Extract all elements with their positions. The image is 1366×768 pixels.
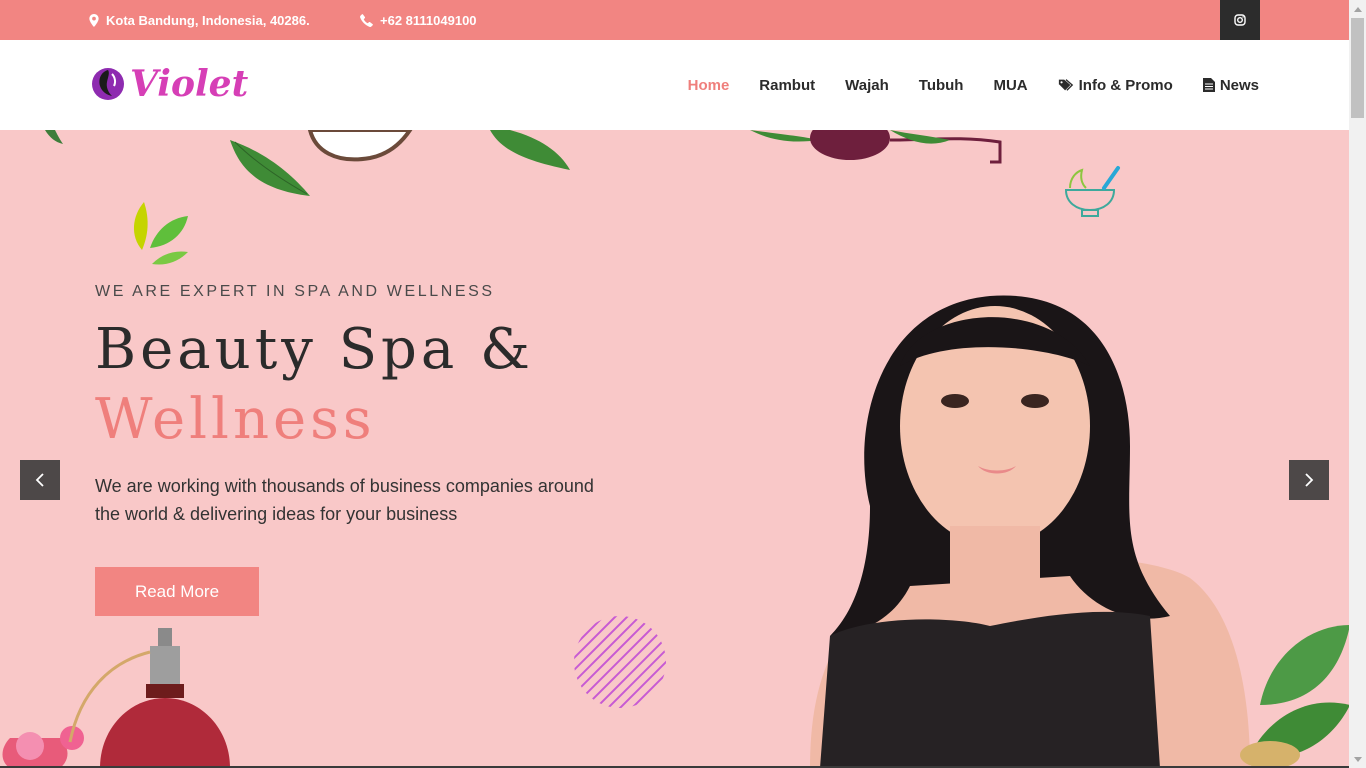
nav-news[interactable]: News [1202,76,1259,94]
top-bar: Kota Bandung, Indonesia, 40286. +62 8111… [0,0,1349,40]
chevron-right-icon [1305,473,1314,487]
nav-tubuh-label: Tubuh [918,76,964,94]
hero-title-line2: Wellness [95,387,376,452]
site-header: Violet Home Rambut Wajah Tubuh MUA Info … [0,40,1349,131]
scrollbar-thumb[interactable] [1351,18,1364,118]
instagram-button[interactable] [1220,0,1260,40]
striped-circle-decoration-icon [574,616,666,708]
leaf-decoration-icon [45,130,570,196]
nav-info-promo-label: Info & Promo [1078,76,1173,94]
hero-slider: WE ARE EXPERT IN SPA AND WELLNESS Beauty… [0,130,1349,768]
nav-wajah-label: Wajah [845,76,889,94]
mortar-pestle-icon [1064,166,1120,217]
hero-subtitle: WE ARE EXPERT IN SPA AND WELLNESS [95,283,495,300]
location-text: Kota Bandung, Indonesia, 40286. [106,12,310,28]
nav-tubuh[interactable]: Tubuh [919,77,964,94]
tag-icon [1058,79,1073,91]
scroll-up-arrow-icon[interactable] [1349,0,1366,17]
logo-emblem-icon [92,68,124,100]
map-pin-icon [89,13,99,27]
perfume-bottle-decoration-icon [2,628,230,768]
chevron-left-icon [35,473,44,487]
beetroot-decoration-icon [750,130,1002,164]
phone-icon [360,13,373,27]
document-icon [1202,78,1215,92]
phone-info: +62 8111049100 [360,0,477,40]
nav-mua[interactable]: MUA [993,77,1027,94]
nav-mua-label: MUA [993,76,1028,94]
logo-text: Violet [130,63,249,105]
hero-description: We are working with thousands of busines… [95,476,594,524]
instagram-icon [1234,14,1246,26]
nav-home[interactable]: Home [688,77,730,94]
page-scrollbar[interactable] [1349,0,1366,768]
slider-next-button[interactable] [1289,460,1329,500]
slider-prev-button[interactable] [20,460,60,500]
hero-title-line1: Beauty Spa & [95,317,534,382]
nav-info-promo[interactable]: Info & Promo [1058,77,1173,94]
nav-rambut-label: Rambut [759,76,816,94]
nav-news-label: News [1219,76,1259,94]
leaf-decoration-right-icon [1240,625,1349,768]
nav-rambut[interactable]: Rambut [759,77,815,94]
phone-text: +62 8111049100 [380,12,477,28]
leaf-logo-icon [133,202,188,265]
logo[interactable]: Violet [90,64,248,104]
location-info: Kota Bandung, Indonesia, 40286. [89,0,310,40]
read-more-button[interactable]: Read More [95,567,259,616]
nav-wajah[interactable]: Wajah [845,77,889,94]
nav-home-label: Home [687,76,730,94]
main-nav: Home Rambut Wajah Tubuh MUA Info & Promo [688,40,1259,130]
scroll-down-arrow-icon[interactable] [1349,751,1366,768]
model-portrait-image [810,295,1250,768]
